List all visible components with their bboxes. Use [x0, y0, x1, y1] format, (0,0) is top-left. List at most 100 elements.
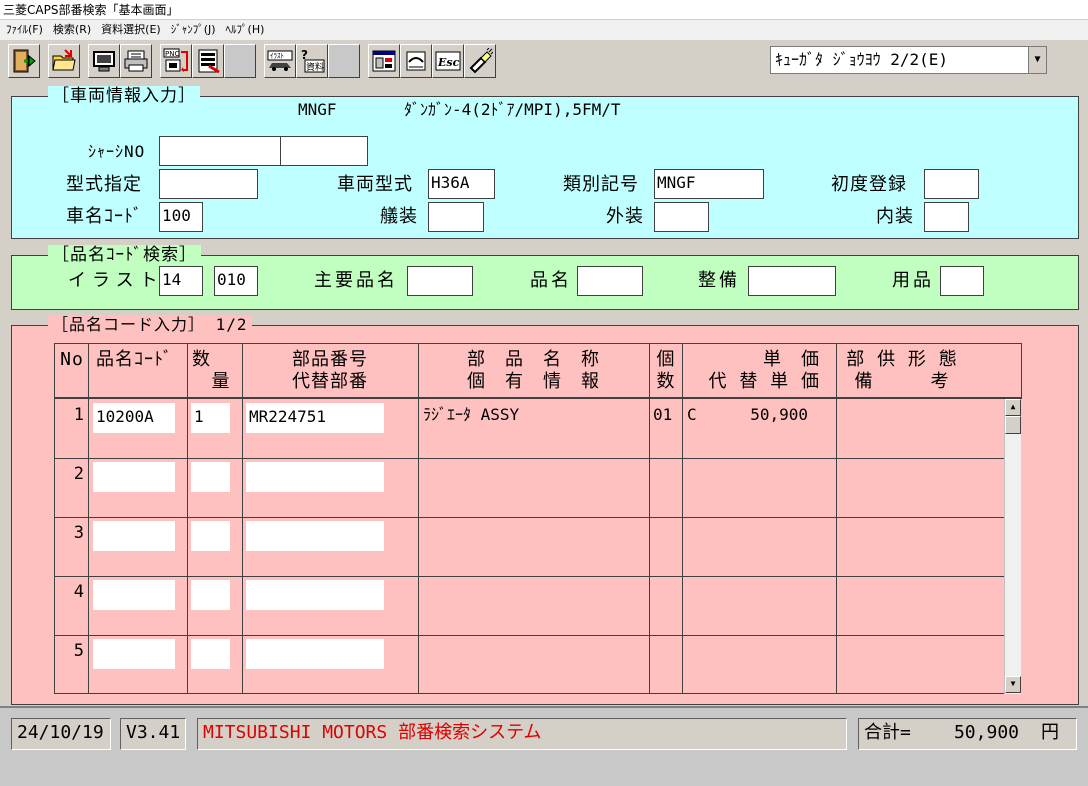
row-3-part-number[interactable] — [246, 521, 384, 551]
catalog-select-value: ｷｭｰｶﾞﾀ ｼﾞｮｳﾖｳ 2/2(E) — [775, 50, 949, 69]
monitor-icon — [93, 51, 115, 72]
row-2-part-code[interactable] — [93, 462, 175, 492]
interior-label: 内装 — [876, 206, 914, 227]
type-spec-field[interactable] — [159, 169, 258, 199]
pnc-text: PNC — [165, 50, 179, 58]
status-bar: 24/10/19 V3.41 MITSUBISHI MOTORS 部番検索システ… — [0, 706, 1088, 786]
scroll-down-icon[interactable]: ▼ — [1005, 676, 1021, 693]
first-registration-field[interactable] — [924, 169, 979, 199]
pnc-button[interactable]: PNC — [160, 44, 192, 78]
illust-text: ｲﾗｽﾄ — [270, 52, 284, 60]
row-4-part-number[interactable] — [246, 580, 384, 610]
car-name-code-field[interactable]: 100 — [159, 202, 203, 232]
header-part-code: 品名ｺｰﾄﾞ — [96, 349, 173, 370]
chassis-no-label: ｼｬｰｼNO — [88, 142, 146, 161]
row-5-part-number[interactable] — [246, 639, 384, 669]
scroll-up-icon[interactable]: ▲ — [1005, 399, 1021, 416]
class-code-field[interactable]: MNGF — [654, 169, 764, 199]
blank-toolbar-button[interactable] — [224, 44, 256, 78]
list-button[interactable] — [192, 44, 224, 78]
flashlight-button[interactable] — [464, 44, 496, 78]
exterior-field[interactable] — [654, 202, 709, 232]
catalog-select[interactable]: ｷｭｰｶﾞﾀ ｼﾞｮｳﾖｳ 2/2(E) ▼ — [770, 46, 1047, 74]
total-currency: 円 — [1041, 722, 1059, 743]
header-unit-price: 単 価 — [763, 349, 820, 370]
exit-door-icon — [13, 49, 36, 73]
header-count-2: 数 — [656, 371, 676, 392]
chassis-no-field-2[interactable] — [280, 136, 368, 166]
model-code: MNGF — [298, 100, 337, 119]
header-qty-1: 数 — [192, 349, 211, 370]
header-count-1: 個 — [656, 349, 676, 370]
trim-label: 艤装 — [380, 206, 418, 227]
part-code-search-legend: ［品名ｺｰﾄﾞ検索］ — [48, 245, 201, 265]
row-1-price-code: C — [687, 405, 697, 424]
car-name-code-label: 車名ｺｰﾄﾞ — [66, 206, 143, 227]
header-supply-form: 部 供 形 態 — [846, 349, 958, 370]
trim-field[interactable] — [428, 202, 484, 232]
chassis-no-field-1[interactable] — [159, 136, 281, 166]
menu-material-select[interactable]: 資料選択(E) — [101, 20, 161, 40]
print-button[interactable] — [120, 44, 152, 78]
blank-toolbar-button-2[interactable] — [328, 44, 360, 78]
table-scrollbar[interactable]: ▲ ▼ — [1004, 399, 1021, 694]
row-5-qty[interactable] — [191, 639, 230, 669]
row-2-part-number[interactable] — [246, 462, 384, 492]
document-button[interactable]: ? 資料 — [296, 44, 328, 78]
row-1-qty[interactable]: 1 — [191, 403, 230, 433]
row-3-part-code[interactable] — [93, 521, 175, 551]
illust-button[interactable]: ｲﾗｽﾄ — [264, 44, 296, 78]
memo-button[interactable] — [400, 44, 432, 78]
row-4-part-code[interactable] — [93, 580, 175, 610]
part-name-field[interactable] — [577, 266, 643, 296]
total-label: 合計= — [864, 722, 911, 743]
window-button[interactable] — [368, 44, 400, 78]
printer-icon — [124, 50, 148, 72]
window-icon — [372, 50, 396, 72]
row-4-qty[interactable] — [191, 580, 230, 610]
flashlight-icon — [469, 48, 493, 74]
chevron-down-icon[interactable]: ▼ — [1028, 47, 1046, 73]
scroll-thumb[interactable] — [1005, 416, 1021, 434]
part-code-entry-legend: ［品名コード入力］ 1/2 — [48, 315, 252, 335]
header-unique-info: 個 有 情 報 — [467, 371, 600, 392]
row-5-part-code[interactable] — [93, 639, 175, 669]
menu-file[interactable]: ﾌｧｲﾙ(F) — [6, 20, 43, 40]
vehicle-type-field[interactable]: H36A — [428, 169, 495, 199]
service-field[interactable] — [748, 266, 836, 296]
main-part-name-field[interactable] — [407, 266, 473, 296]
status-version: V3.41 — [120, 718, 186, 750]
screen-copy-button[interactable] — [88, 44, 120, 78]
row-1-unit-price: 50,900 — [750, 405, 808, 424]
row-1-part-number[interactable]: MR224751 — [246, 403, 384, 433]
folder-open-icon — [52, 49, 76, 71]
row-1-part-code[interactable]: 10200A — [93, 403, 175, 433]
doc-text: 資料 — [306, 61, 324, 73]
supplies-field[interactable] — [940, 266, 984, 296]
supplies-label: 用品 — [892, 270, 934, 291]
menu-bar: ﾌｧｲﾙ(F) 検索(R) 資料選択(E) ｼﾞｬﾝﾌﾟ(J) ﾍﾙﾌﾟ(H) — [0, 20, 1088, 40]
pnc-icon: PNC — [163, 48, 188, 72]
menu-search[interactable]: 検索(R) — [53, 20, 91, 40]
vehicle-type-label: 車両型式 — [337, 174, 413, 195]
esc-icon: Esc — [435, 51, 461, 71]
header-no: No — [60, 349, 84, 370]
menu-help[interactable]: ﾍﾙﾌﾟ(H) — [226, 20, 265, 40]
interior-field[interactable] — [924, 202, 969, 232]
row-3-qty[interactable] — [191, 521, 230, 551]
service-label: 整備 — [698, 270, 740, 291]
header-qty-2: 量 — [211, 371, 231, 392]
illust-field-2[interactable]: 010 — [214, 266, 258, 296]
total-value: 50,900 — [953, 722, 1019, 743]
open-folder-button[interactable] — [48, 44, 80, 78]
esc-button[interactable]: Esc — [432, 44, 464, 78]
part-name-label: 品名 — [530, 270, 572, 291]
illust-field-1[interactable]: 14 — [159, 266, 203, 296]
row-2-qty[interactable] — [191, 462, 230, 492]
vehicle-info-legend: ［車両情報入力］ — [48, 86, 200, 106]
exit-button[interactable] — [8, 44, 40, 78]
model-description: ﾀﾞﾝｶﾞﾝ-4(2ﾄﾞｱ/MPI),5FM/T — [404, 100, 621, 119]
header-substitute-price: 代 替 単 価 — [708, 371, 820, 392]
document-help-icon: ?資料 — [301, 48, 325, 73]
menu-jump[interactable]: ｼﾞｬﾝﾌﾟ(J) — [171, 20, 216, 40]
